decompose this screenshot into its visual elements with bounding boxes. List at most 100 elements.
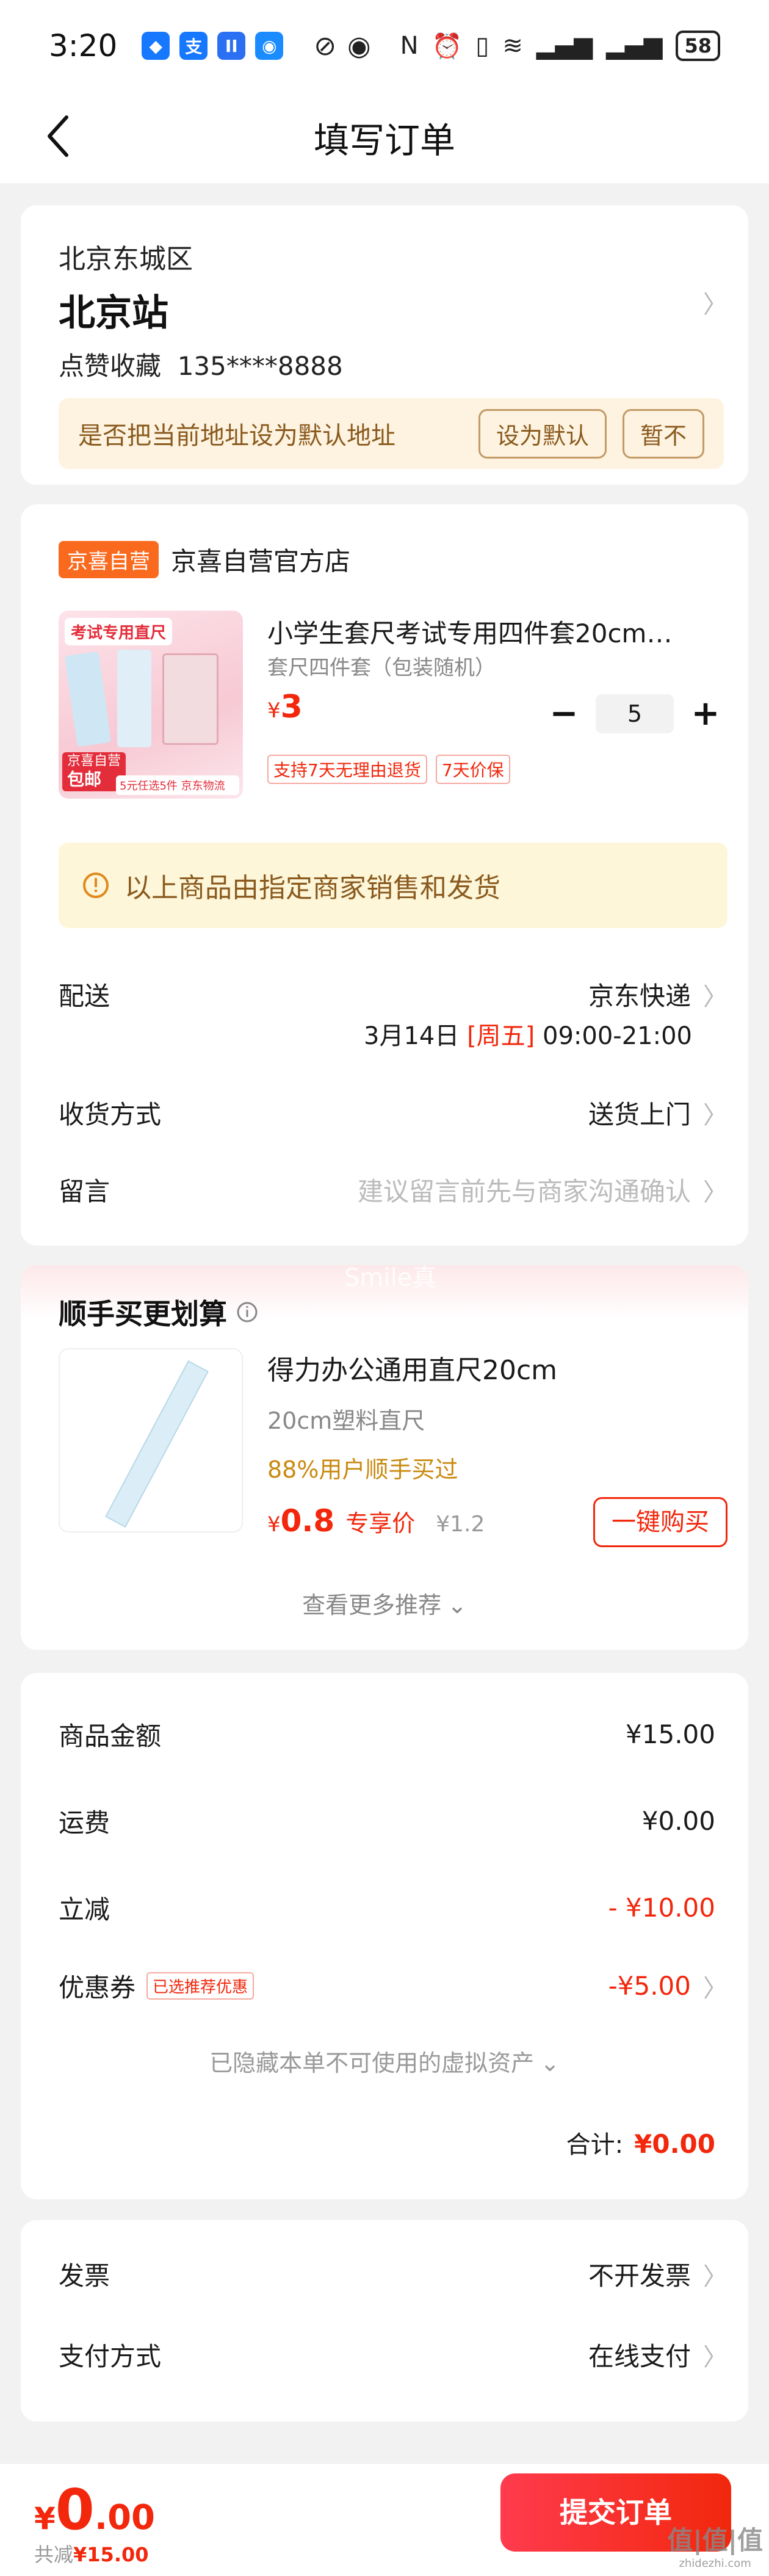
delivery-label: 配送 — [59, 981, 110, 1011]
store-header[interactable]: 京喜自营 京喜自营官方店 — [59, 541, 350, 578]
buy-now-button[interactable]: 一键购买 — [593, 1497, 727, 1547]
status-app-icons: ◆ 支 II ◉ — [142, 32, 284, 60]
wifi-icon: ≋ — [502, 32, 523, 60]
chevron-down-icon: ⌄ — [540, 2050, 560, 2077]
price-summary-card: 商品金额 ¥15.00 运费 ¥0.00 立减 - ¥10.00 优惠券 已选推… — [21, 1673, 748, 2199]
hidden-assets-toggle[interactable]: 已隐藏本单不可使用的虚拟资产 ⌄ — [21, 2044, 748, 2078]
plus-button[interactable]: + — [687, 694, 724, 733]
addon-price-tag: 专享价 — [345, 1510, 416, 1537]
info-icon — [83, 873, 109, 898]
status-system-icons: ⊘ ◉ — [314, 31, 370, 62]
address-district: 北京东城区 — [59, 244, 193, 275]
receive-method-row[interactable]: 收货方式 送货上门〉 — [59, 1094, 727, 1131]
delivery-value: 京东快递 — [588, 981, 691, 1011]
summary-row: 商品金额 ¥15.00 — [59, 1719, 715, 1751]
bottom-total: ¥ 0 .00 — [34, 2477, 156, 2542]
see-more-link[interactable]: 查看更多推荐 ⌄ — [21, 1586, 748, 1620]
seller-notice: 以上商品由指定商家销售和发货 — [59, 843, 727, 928]
delivery-row[interactable]: 配送 京东快递〉 — [59, 976, 727, 1013]
quantity-input[interactable]: 5 — [596, 694, 674, 733]
status-bar: 3:20 ◆ 支 II ◉ ⊘ ◉ N ⏰ ▯ ≋ ▂▄▆ ▂▄▆ 58 — [0, 0, 769, 92]
addon-original-price: ¥1.2 — [436, 1512, 485, 1537]
thumb-strip: 5元任选5件 京东物流 — [116, 775, 239, 795]
addon-title: 顺手买更划算 — [59, 1297, 227, 1330]
coupon-row[interactable]: 优惠券 已选推荐优惠 -¥5.00 〉 — [59, 1967, 727, 2005]
vibrate-icon: ▯ — [475, 32, 489, 60]
addon-product-image[interactable] — [59, 1348, 243, 1533]
invoice-value: 不开发票 — [588, 2261, 691, 2291]
chevron-right-icon: 〉 — [703, 1178, 727, 1206]
ruler-illustration — [64, 651, 112, 747]
site-watermark: 值|值|值 zhidezhi.com — [667, 2525, 763, 2570]
chevron-right-icon: 〉 — [703, 291, 727, 319]
minus-button[interactable]: − — [546, 694, 582, 733]
payment-card: 发票 不开发票〉 支付方式 在线支付〉 — [21, 2220, 748, 2422]
nfc-icon: N — [400, 32, 419, 60]
receive-label: 收货方式 — [59, 1100, 162, 1130]
product-spec: 套尺四件套（包装随机） — [267, 656, 496, 680]
info-icon[interactable] — [236, 1301, 259, 1324]
store-card: 京喜自营 京喜自营官方店 考试专用直尺 京喜自营 包邮 5元任选5件 京东物流 … — [21, 504, 748, 1246]
addon-price: ¥ 0.8 专享价 ¥1.2 — [267, 1503, 485, 1539]
note-row[interactable]: 留言 建议留言前先与商家沟通确认〉 — [59, 1171, 727, 1208]
watermark-text: Smile真 — [344, 1264, 437, 1292]
battery-icon: 58 — [676, 31, 720, 61]
chevron-right-icon: 〉 — [703, 982, 727, 1011]
chevron-right-icon: 〉 — [703, 2343, 727, 2371]
note-input[interactable]: 建议留言前先与商家沟通确认 — [358, 1171, 691, 1208]
eye-icon: ◉ — [347, 30, 371, 62]
product-title[interactable]: 小学生套尺考试专用四件套20cm… — [267, 613, 719, 650]
seller-notice-text: 以上商品由指定商家销售和发货 — [125, 873, 500, 904]
signal-icon: ▂▄▆ — [536, 32, 593, 60]
quantity-stepper: − 5 + — [546, 694, 724, 733]
payment-method-row[interactable]: 支付方式 在线支付〉 — [59, 2336, 727, 2373]
set-default-button[interactable]: 设为默认 — [478, 408, 607, 459]
app-icon-ii: II — [217, 32, 246, 60]
signal-icon-2: ▂▄▆ — [606, 32, 663, 60]
nav-bar: 填写订单 — [0, 92, 769, 183]
chat-icon: ◉ — [255, 32, 284, 60]
return-tag: 支持7天无理由退货 — [267, 755, 427, 784]
data-saver-icon: ⊘ — [314, 30, 337, 62]
summary-row: 运费 ¥0.00 — [59, 1806, 715, 1838]
payment-method-label: 支付方式 — [59, 2342, 162, 2371]
chevron-down-icon: ⌄ — [447, 1592, 467, 1619]
ruler-package-illustration — [162, 653, 218, 745]
store-name: 京喜自营官方店 — [171, 546, 351, 576]
back-button[interactable] — [37, 115, 79, 158]
receive-value: 送货上门 — [588, 1100, 691, 1130]
alipay-icon: 支 — [179, 32, 208, 60]
addon-product-spec: 20cm塑料直尺 — [267, 1407, 425, 1434]
not-now-button[interactable]: 暂不 — [622, 408, 704, 459]
delivery-time[interactable]: 3月14日 [周五] 09:00-21:00 — [364, 1016, 692, 1051]
thumb-title: 考试专用直尺 — [65, 618, 173, 645]
status-time: 3:20 — [49, 28, 118, 63]
price-protect-tag: 7天价保 — [435, 755, 510, 784]
product-thumbnail[interactable]: 考试专用直尺 京喜自营 包邮 5元任选5件 京东物流 — [59, 611, 243, 799]
chevron-right-icon: 〉 — [703, 2262, 727, 2291]
page-title: 填写订单 — [313, 120, 455, 161]
ruler-illustration — [105, 1360, 209, 1528]
chevron-right-icon: 〉 — [703, 1974, 727, 2003]
note-label: 留言 — [59, 1177, 110, 1206]
chevron-left-icon — [48, 115, 68, 157]
order-total: 合计: ¥0.00 — [566, 2129, 715, 2159]
address-card[interactable]: 北京东城区 北京站 点赞收藏 135****8888 〉 是否把当前地址设为默认… — [21, 205, 748, 485]
address-contact: 点赞收藏 135****8888 — [59, 351, 343, 381]
app-icon-blue: ◆ — [142, 32, 170, 60]
summary-row: 立减 - ¥10.00 — [59, 1893, 715, 1925]
addon-social-proof: 88%用户顺手买过 — [267, 1456, 458, 1483]
addon-product-name[interactable]: 得力办公通用直尺20cm — [267, 1348, 557, 1387]
store-badge: 京喜自营 — [59, 541, 159, 578]
product-price: ¥3 — [267, 689, 303, 725]
addon-header: 顺手买更划算 — [59, 1292, 259, 1332]
default-address-prompt: 是否把当前地址设为默认地址 设为默认 暂不 — [59, 398, 724, 469]
bottom-bar: ¥ 0 .00 共减¥15.00 提交订单 值|值|值 zhidezhi.com — [0, 2463, 769, 2576]
invoice-label: 发票 — [59, 2261, 110, 2291]
status-right-icons: N ⏰ ▯ ≋ ▂▄▆ ▂▄▆ 58 — [400, 31, 720, 61]
default-prompt-text: 是否把当前地址设为默认地址 — [78, 422, 395, 450]
invoice-row[interactable]: 发票 不开发票〉 — [59, 2255, 727, 2293]
coupon-value: -¥5.00 — [608, 1971, 691, 2001]
address-place: 北京站 — [59, 292, 168, 335]
alarm-icon: ⏰ — [431, 32, 463, 60]
